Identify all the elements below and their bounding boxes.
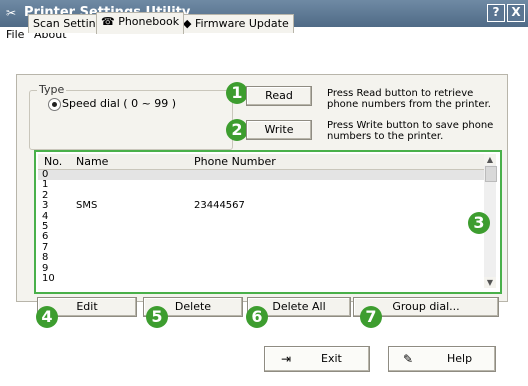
col-name-header[interactable]: Name <box>76 155 108 168</box>
cell-no: 6 <box>42 231 49 243</box>
phonebook-list[interactable]: No. Name Phone Number 0 1 2 3 SMS 23444567 4 5 6… <box>34 150 502 294</box>
scroll-down-icon[interactable]: ▼ <box>484 277 496 288</box>
close-title-button[interactable]: X <box>507 4 525 22</box>
cell-no: 1 <box>42 179 49 191</box>
table-row[interactable]: 5 <box>38 222 484 232</box>
badge-5: 5 <box>146 306 168 328</box>
type-group-label: Type <box>37 83 67 96</box>
col-no-header[interactable]: No. <box>44 155 62 168</box>
cell-no: 10 <box>42 273 55 284</box>
badge-3: 3 <box>468 212 490 234</box>
scroll-thumb[interactable] <box>485 166 497 182</box>
badge-4: 4 <box>36 306 58 328</box>
exit-icon: ⇥ <box>281 352 292 366</box>
tab-firmware-label: Firmware Update <box>194 17 289 30</box>
scroll-up-icon[interactable]: ▲ <box>484 154 496 165</box>
col-phone-header[interactable]: Phone Number <box>194 155 276 168</box>
table-row[interactable]: 0 <box>38 170 484 180</box>
help-button[interactable]: ✎ Help <box>388 346 496 372</box>
printer-settings-window: ✂ Printer Settings Utility ? X File Abou… <box>0 0 528 386</box>
list-rows: 0 1 2 3 SMS 23444567 4 5 6 7 8 9 10 <box>38 170 484 288</box>
table-row[interactable]: 4 <box>38 211 484 222</box>
read-description: Press Read button to retrieve phone numb… <box>327 88 491 110</box>
menu-file[interactable]: File <box>6 28 24 41</box>
cell-no: 8 <box>42 252 49 264</box>
tab-phonebook[interactable]: ☎ Phonebook <box>96 12 185 34</box>
app-icon: ✂ <box>6 6 17 20</box>
tab-phonebook-label: Phonebook <box>118 15 180 28</box>
cell-phone: 23444567 <box>194 200 245 212</box>
table-row[interactable]: 6 <box>38 232 484 242</box>
cell-no: 3 <box>42 200 49 212</box>
help-title-button[interactable]: ? <box>487 4 505 22</box>
tab-firmware-update[interactable]: ◆ Firmware Update <box>178 14 294 33</box>
write-description: Press Write button to save phone numbers… <box>327 120 494 142</box>
table-row[interactable]: 2 <box>38 190 484 201</box>
speed-dial-radio[interactable] <box>48 98 61 111</box>
badge-2: 2 <box>226 119 248 141</box>
write-button[interactable]: Write <box>246 120 312 140</box>
badge-1: 1 <box>226 82 248 104</box>
chip-icon: ◆ <box>183 17 192 30</box>
table-row[interactable]: 9 <box>38 263 484 274</box>
phonebook-icon: ☎ <box>101 15 115 28</box>
table-row[interactable]: 7 <box>38 242 484 253</box>
badge-7: 7 <box>360 306 382 328</box>
exit-label: Exit <box>321 352 342 365</box>
table-row[interactable]: 1 <box>38 180 484 190</box>
table-row[interactable]: 8 <box>38 253 484 263</box>
cell-name: SMS <box>76 200 98 212</box>
badge-6: 6 <box>246 306 268 328</box>
help-label: Help <box>447 352 473 365</box>
table-row[interactable]: 10 <box>38 274 484 284</box>
table-row[interactable]: 3 SMS 23444567 <box>38 201 484 211</box>
exit-button[interactable]: ⇥ Exit <box>264 346 370 372</box>
help-icon: ✎ <box>403 352 414 366</box>
speed-dial-label: Speed dial ( 0 ~ 99 ) <box>62 97 177 110</box>
list-header: No. Name Phone Number <box>38 154 484 170</box>
read-button[interactable]: Read <box>246 86 312 106</box>
